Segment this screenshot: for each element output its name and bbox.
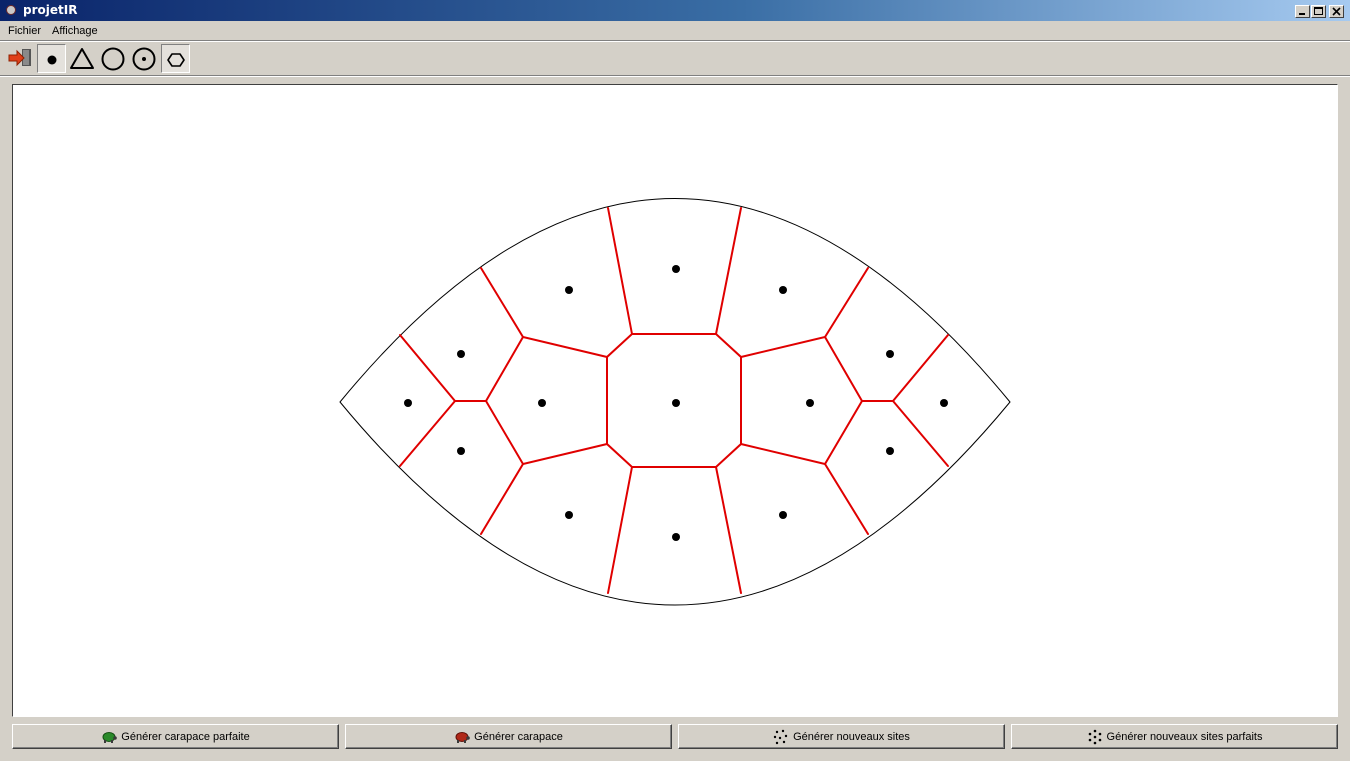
maximize-icon (1314, 7, 1323, 15)
voronoi-edge (480, 267, 608, 358)
point-tool[interactable] (37, 44, 66, 73)
drawing-canvas[interactable] (12, 84, 1338, 717)
sites (404, 265, 948, 541)
exit-tool[interactable] (6, 44, 35, 73)
window-title: projetIR (23, 3, 78, 17)
site-point (779, 511, 787, 519)
voronoi-edge (824, 336, 864, 465)
site-point (672, 265, 680, 273)
site-point (779, 286, 787, 294)
hexagon-tool[interactable] (161, 44, 190, 73)
generate-new-sites-label: Générer nouveaux sites (793, 730, 910, 743)
voronoi-edge (607, 466, 633, 594)
voronoi-edge (740, 443, 869, 535)
generate-perfect-shell-button[interactable]: Générer carapace parfaite (12, 724, 339, 749)
maximize-button[interactable] (1311, 5, 1326, 18)
voronoi-edge (715, 466, 742, 594)
voronoi-edge (892, 334, 949, 402)
minimize-icon (1299, 13, 1305, 15)
site-point (886, 447, 894, 455)
random-dots-icon (773, 729, 789, 745)
circle-icon (101, 47, 125, 71)
site-point (886, 350, 894, 358)
minimize-button[interactable] (1295, 5, 1310, 18)
voronoi-edge (399, 400, 456, 467)
site-point (457, 447, 465, 455)
menu-bar: Fichier Affichage (0, 22, 1350, 40)
toolbar (0, 42, 1350, 74)
turtle-green-icon (101, 729, 118, 745)
generate-perfect-shell-label: Générer carapace parfaite (121, 730, 250, 743)
turtle-red-icon (454, 729, 470, 745)
menu-affichage[interactable]: Affichage (52, 25, 98, 37)
triangle-tool[interactable] (68, 44, 97, 73)
generate-new-sites-button[interactable]: Générer nouveaux sites (678, 724, 1005, 749)
generate-shell-button[interactable]: Générer carapace (345, 724, 672, 749)
generate-shell-label: Générer carapace (474, 730, 563, 743)
site-point (672, 399, 680, 407)
voronoi-edge (892, 400, 949, 467)
title-bar: projetIR (0, 0, 1350, 22)
voronoi-edge (399, 334, 456, 402)
toolbar-separator (0, 75, 1350, 77)
voronoi-edge (484, 336, 524, 465)
site-point (672, 533, 680, 541)
exit-icon (8, 49, 31, 67)
close-icon (1332, 7, 1341, 16)
voronoi-edge (607, 207, 633, 335)
voronoi-diagram (339, 198, 1011, 606)
site-point (940, 399, 948, 407)
voronoi-edge (480, 443, 608, 535)
hexagon-icon (167, 53, 185, 67)
circle-center-tool[interactable] (130, 44, 159, 73)
close-button[interactable] (1329, 5, 1344, 18)
site-point (565, 286, 573, 294)
site-point (565, 511, 573, 519)
voronoi-edge (740, 267, 869, 358)
app-icon (6, 5, 16, 15)
site-point (457, 350, 465, 358)
circle-tool[interactable] (99, 44, 128, 73)
site-point (806, 399, 814, 407)
site-point (404, 399, 412, 407)
generate-perfect-sites-label: Générer nouveaux sites parfaits (1106, 730, 1263, 743)
regular-dots-icon (1087, 729, 1103, 745)
site-point (538, 399, 546, 407)
circle-center-icon (132, 47, 156, 71)
point-icon (47, 55, 57, 65)
generate-perfect-sites-button[interactable]: Générer nouveaux sites parfaits (1011, 724, 1338, 749)
voronoi-edge (715, 207, 742, 335)
triangle-icon (70, 48, 94, 69)
menu-fichier[interactable]: Fichier (8, 25, 41, 37)
